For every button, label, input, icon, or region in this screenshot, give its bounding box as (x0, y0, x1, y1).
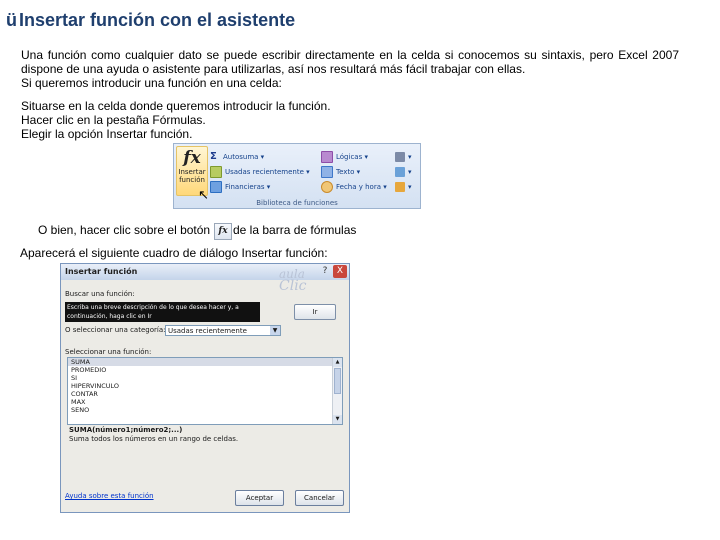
steps-list: Situarse en la celda donde queremos intr… (21, 99, 679, 141)
list-item[interactable]: HIPERVINCULO (68, 382, 342, 390)
chevron-down-icon: ▾ (408, 167, 412, 176)
scroll-up-icon[interactable]: ▲ (333, 358, 342, 367)
autosuma-button[interactable]: Σ Autosuma ▾ (210, 149, 310, 164)
financial-icon (210, 180, 222, 193)
formulas-ribbon: fx Insertar función ↖ Σ Autosuma ▾ Usada… (173, 143, 421, 209)
fx-icon: fx (183, 148, 201, 168)
chevron-down-icon: ▾ (362, 152, 368, 161)
search-reference-button[interactable]: ▾ (395, 149, 412, 164)
clock-icon (321, 180, 333, 193)
logicas-label: Lógicas (336, 152, 363, 161)
math-icon (395, 166, 405, 177)
list-item[interactable]: SENO (68, 406, 342, 414)
step-item: Elegir la opción Insertar función. (21, 127, 193, 141)
autosuma-label: Autosuma (223, 152, 259, 161)
category-label: O seleccionar una categoría: (65, 326, 166, 334)
recent-star-icon (210, 165, 222, 178)
page-title-text: Insertar función con el asistente (19, 10, 296, 30)
texto-button[interactable]: Texto ▾ (321, 164, 387, 179)
function-list-label: Seleccionar una función: (65, 348, 152, 356)
chevron-down-icon: ▾ (303, 167, 310, 176)
dialog-title: Insertar función (65, 267, 138, 276)
intro-line-3: Si queremos introducir una función en un… (21, 76, 282, 90)
logic-icon (321, 150, 333, 163)
insert-function-dialog: Insertar función ? X aula Clic Buscar un… (60, 263, 350, 513)
binoculars-icon (395, 151, 405, 162)
alt-text-after: de la barra de fórmulas (233, 223, 357, 237)
category-select[interactable]: Usadas recientemente ▼ (165, 325, 281, 336)
insert-function-label-2: función (179, 176, 205, 184)
accept-button[interactable]: Aceptar (235, 490, 284, 506)
chevron-down-icon: ▾ (408, 182, 412, 191)
ribbon-group-3: ▾ ▾ ▾ (395, 149, 412, 194)
intro-paragraph: Una función como cualquier dato se puede… (21, 48, 679, 90)
chevron-down-icon: ▾ (258, 152, 265, 161)
close-icon[interactable]: X (333, 265, 347, 278)
more-functions-icon (395, 181, 405, 192)
formula-bar-fx-button[interactable]: fx (214, 223, 232, 240)
usadas-label: Usadas recientemente (225, 167, 304, 176)
list-item[interactable]: SUMA (68, 358, 342, 366)
chevron-down-icon: ▾ (354, 167, 361, 176)
function-help-link[interactable]: Ayuda sobre esta función (65, 492, 154, 500)
check-icon: ü (6, 10, 17, 30)
sigma-icon: Σ (210, 150, 217, 162)
math-button[interactable]: ▾ (395, 164, 412, 179)
category-value: Usadas recientemente (168, 327, 247, 335)
text-icon (321, 165, 333, 178)
function-signature: SUMA(número1;número2;...) (69, 426, 183, 434)
step-item: Situarse en la celda donde queremos intr… (21, 99, 331, 113)
cancel-button[interactable]: Cancelar (295, 490, 344, 506)
watermark-logo: aula Clic (279, 267, 307, 294)
insert-function-label-1: Insertar (178, 168, 206, 176)
page-title: ü Insertar función con el asistente (6, 10, 295, 31)
chevron-down-icon: ▾ (264, 182, 271, 191)
scroll-down-icon[interactable]: ▼ (333, 415, 342, 424)
intro-line-1: Una función como cualquier dato se puede… (21, 48, 679, 62)
texto-label: Texto (336, 167, 355, 176)
more-functions-button[interactable]: ▾ (395, 179, 412, 194)
logicas-button[interactable]: Lógicas ▾ (321, 149, 387, 164)
go-button[interactable]: Ir (294, 304, 336, 320)
chevron-down-icon: ▾ (381, 182, 387, 191)
usadas-recientemente-button[interactable]: Usadas recientemente ▾ (210, 164, 310, 179)
ribbon-group-footer: Biblioteca de funciones (256, 199, 338, 207)
list-item[interactable]: PROMEDIO (68, 366, 342, 374)
list-item[interactable]: MAX (68, 398, 342, 406)
scroll-thumb[interactable] (334, 368, 341, 394)
help-icon[interactable]: ? (319, 265, 331, 278)
ribbon-group-1: Σ Autosuma ▾ Usadas recientemente ▾ Fina… (210, 149, 310, 194)
list-scrollbar[interactable]: ▲ ▼ (332, 358, 342, 424)
function-description: Suma todos los números en un rango de ce… (69, 435, 239, 443)
financieras-button[interactable]: Financieras ▾ (210, 179, 310, 194)
list-item[interactable]: SI (68, 374, 342, 382)
step-item: Hacer clic en la pestaña Fórmulas. (21, 113, 206, 127)
alt-text-before: O bien, hacer clic sobre el botón (38, 223, 211, 237)
chevron-down-icon[interactable]: ▼ (270, 326, 280, 335)
chevron-down-icon: ▾ (408, 152, 412, 161)
ribbon-group-2: Lógicas ▾ Texto ▾ Fecha y hora ▾ (321, 149, 387, 194)
list-item[interactable]: CONTAR (68, 390, 342, 398)
fecha-hora-label: Fecha y hora (336, 182, 382, 191)
function-list[interactable]: SUMA PROMEDIO SI HIPERVINCULO CONTAR MAX… (67, 357, 343, 425)
fecha-hora-button[interactable]: Fecha y hora ▾ (321, 179, 387, 194)
appear-text: Aparecerá el siguiente cuadro de diálogo… (20, 246, 328, 260)
search-label: Buscar una función: (65, 290, 135, 298)
financieras-label: Financieras (225, 182, 265, 191)
intro-line-2: dispone de una ayuda o asistente para ut… (21, 62, 526, 76)
fx-icon: fx (218, 226, 228, 236)
search-input[interactable]: Escriba una breve descripción de lo que … (65, 302, 260, 322)
